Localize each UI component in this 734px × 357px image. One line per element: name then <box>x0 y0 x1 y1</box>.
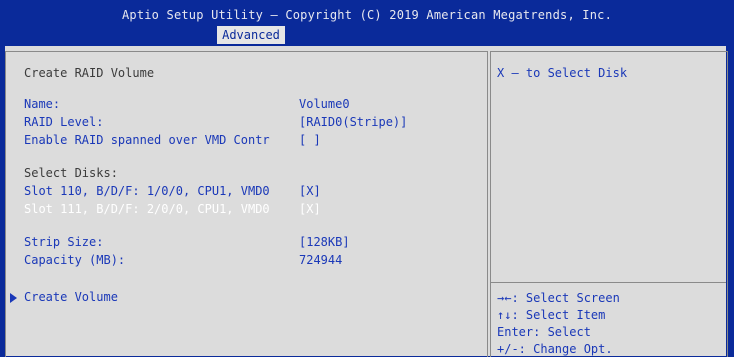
header-bar: Aptio Setup Utility – Copyright (C) 2019… <box>0 0 734 46</box>
strip-size-value[interactable]: [128KB] <box>299 235 350 249</box>
key-hint-select-item: ↑↓: Select Item <box>497 308 606 322</box>
key-hint-select-screen: →←: Select Screen <box>497 291 620 305</box>
disk-slot-110-checkbox[interactable]: [X] <box>299 184 321 198</box>
name-value[interactable]: Volume0 <box>299 97 350 111</box>
key-hint-enter: Enter: Select <box>497 325 591 339</box>
capacity-label: Capacity (MB): <box>24 253 126 267</box>
disk-slot-111-checkbox[interactable]: [X] <box>299 202 321 216</box>
key-hint-change-opt: +/-: Change Opt. <box>497 342 613 356</box>
page-title: Create RAID Volume <box>24 66 155 80</box>
vmd-span-checkbox[interactable]: [ ] <box>299 133 321 147</box>
disk-slot-111-label[interactable]: Slot 111, B/D/F: 2/0/0, CPU1, VMD0 <box>24 202 270 216</box>
capacity-value: 724944 <box>299 253 343 267</box>
vmd-span-label[interactable]: Enable RAID spanned over VMD Contr <box>24 133 270 147</box>
disk-slot-110-label[interactable]: Slot 110, B/D/F: 1/0/0, CPU1, VMD0 <box>24 184 270 198</box>
tab-advanced[interactable]: Advanced <box>217 26 285 44</box>
raid-level-label[interactable]: RAID Level: <box>24 115 103 129</box>
window-title: Aptio Setup Utility – Copyright (C) 2019… <box>121 8 613 22</box>
raid-level-value[interactable]: [RAID0(Stripe)] <box>299 115 407 129</box>
submenu-arrow-icon <box>10 293 17 303</box>
strip-size-label[interactable]: Strip Size: <box>24 235 103 249</box>
help-description: X – to Select Disk <box>497 66 628 80</box>
create-volume-button[interactable]: Create Volume <box>24 290 118 304</box>
select-disks-heading: Select Disks: <box>24 166 118 180</box>
name-label[interactable]: Name: <box>24 97 60 111</box>
help-divider <box>491 282 726 283</box>
